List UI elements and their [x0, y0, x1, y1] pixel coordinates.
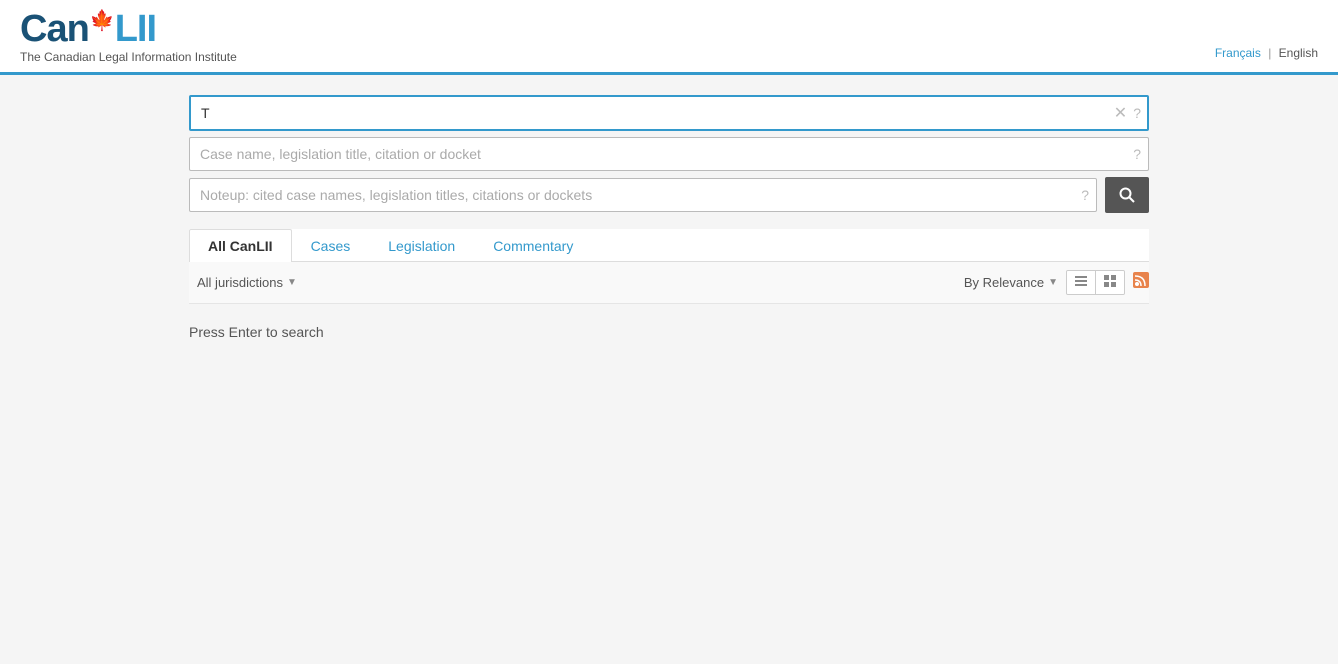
main-search-row: ✕ ?	[189, 95, 1149, 131]
filter-search-input[interactable]	[189, 137, 1149, 171]
header: Can🍁LII The Canadian Legal Information I…	[0, 0, 1338, 75]
help-icon-filter[interactable]: ?	[1133, 146, 1141, 162]
jurisdiction-label: All jurisdictions	[197, 275, 283, 290]
help-icon-main[interactable]: ?	[1133, 105, 1141, 121]
tabs-container: All CanLII Cases Legislation Commentary	[189, 229, 1149, 262]
relevance-dropdown-arrow: ▼	[1048, 277, 1058, 288]
lang-french-link[interactable]: Français	[1215, 46, 1261, 60]
tab-commentary[interactable]: Commentary	[474, 229, 592, 262]
lang-divider: |	[1268, 46, 1274, 60]
filter-search-row: ?	[189, 137, 1149, 171]
search-icon	[1119, 187, 1135, 203]
jurisdiction-dropdown-arrow: ▼	[287, 277, 297, 288]
tab-legislation[interactable]: Legislation	[369, 229, 474, 262]
filter-search-icons: ?	[1133, 146, 1141, 162]
logo-can: Can	[20, 8, 89, 50]
lang-english-label: English	[1279, 46, 1318, 60]
jurisdiction-dropdown[interactable]: All jurisdictions ▼	[189, 271, 305, 294]
tagline: The Canadian Legal Information Institute	[20, 50, 237, 64]
filters-row: All jurisdictions ▼ By Relevance ▼	[189, 262, 1149, 304]
main-search-input[interactable]	[189, 95, 1149, 131]
noteup-wrapper: ?	[189, 178, 1097, 212]
main-content: ✕ ? ? ? All CanLII Cases Legislation Com…	[169, 75, 1169, 380]
press-enter-message: Press Enter to search	[189, 304, 1149, 360]
tab-cases[interactable]: Cases	[292, 229, 370, 262]
press-enter-text: Press Enter to search	[189, 324, 324, 340]
relevance-dropdown[interactable]: By Relevance ▼	[964, 275, 1058, 290]
search-button[interactable]	[1105, 177, 1149, 213]
rss-feed-icon	[1133, 272, 1149, 288]
right-filters: By Relevance ▼	[964, 270, 1149, 295]
grid-view-button[interactable]	[1096, 271, 1124, 294]
rss-icon[interactable]	[1133, 272, 1149, 293]
list-view-button[interactable]	[1067, 271, 1096, 294]
logo-area: Can🍁LII The Canadian Legal Information I…	[20, 10, 237, 64]
noteup-search-icons: ?	[1081, 187, 1089, 203]
main-search-icons: ✕ ?	[1114, 103, 1141, 123]
noteup-search-input[interactable]	[189, 178, 1097, 212]
tab-all-canlii[interactable]: All CanLII	[189, 229, 292, 262]
maple-leaf: 🍁	[90, 11, 114, 31]
logo[interactable]: Can🍁LII	[20, 10, 237, 48]
view-toggle	[1066, 270, 1125, 295]
lang-switcher: Français | English	[1215, 46, 1318, 64]
grid-view-icon	[1104, 275, 1116, 287]
clear-icon[interactable]: ✕	[1114, 103, 1127, 123]
relevance-label: By Relevance	[964, 275, 1044, 290]
help-icon-noteup[interactable]: ?	[1081, 187, 1089, 203]
list-view-icon	[1075, 275, 1087, 287]
logo-lii: LII	[115, 8, 156, 50]
noteup-row: ?	[189, 177, 1149, 213]
